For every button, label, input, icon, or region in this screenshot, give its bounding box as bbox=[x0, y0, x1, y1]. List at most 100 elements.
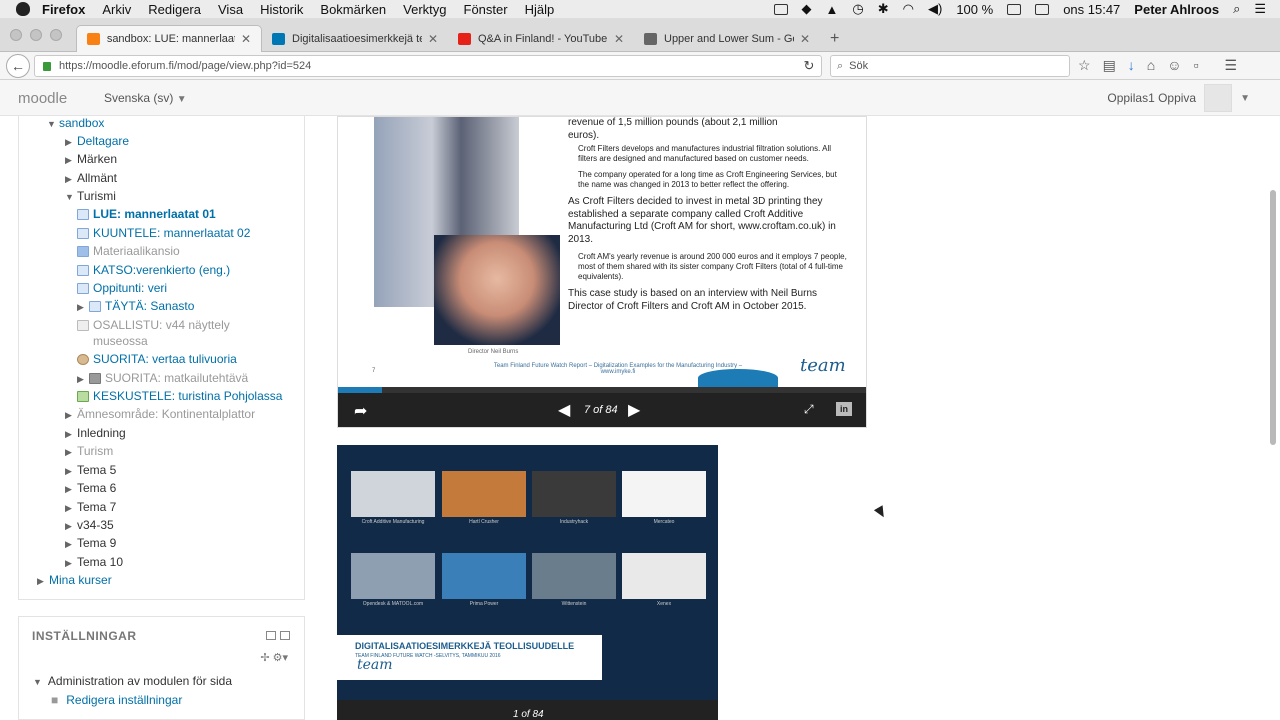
menu-fonster[interactable]: Fönster bbox=[464, 2, 508, 17]
minimize-window-button[interactable] bbox=[30, 29, 42, 41]
next-slide-button[interactable]: ▶ bbox=[628, 400, 640, 420]
menu-firefox[interactable]: Firefox bbox=[42, 2, 85, 17]
nav-allmant[interactable]: ▶ Allmänt bbox=[65, 171, 117, 185]
nav-suorita-vertaa[interactable]: SUORITA: vertaa tulivuoria bbox=[77, 352, 237, 366]
nav-tayta[interactable]: ▶ TÄYTÄ: Sanasto bbox=[77, 299, 194, 313]
avatar[interactable] bbox=[1204, 84, 1233, 112]
nav-tema9[interactable]: ▶ Tema 9 bbox=[65, 536, 116, 550]
block-actions-icon[interactable]: ✢ ⚙▾ bbox=[260, 651, 288, 664]
battery-icon[interactable] bbox=[1007, 3, 1022, 15]
browser-navbar: ← https://moodle.eforum.fi/mod/page/view… bbox=[0, 52, 1280, 80]
menu-hjalp[interactable]: Hjälp bbox=[525, 2, 555, 17]
nav-sandbox[interactable]: ▼ sandbox bbox=[47, 116, 104, 130]
collapse-block-icon[interactable] bbox=[266, 631, 276, 640]
nav-tema5[interactable]: ▶ Tema 5 bbox=[65, 463, 116, 477]
reload-icon[interactable]: ↻ bbox=[797, 58, 821, 74]
triangle-right-icon: ▶ bbox=[65, 484, 72, 494]
nav-turismi[interactable]: ▼ Turismi bbox=[65, 189, 116, 203]
search-placeholder: Sök bbox=[849, 60, 869, 72]
linkedin-icon[interactable]: in bbox=[836, 402, 852, 416]
battery-percent[interactable]: 100 % bbox=[956, 2, 993, 17]
bluetooth-icon[interactable]: ✱ bbox=[878, 1, 889, 17]
nav-osallistu-line2: museossa bbox=[93, 334, 148, 348]
reading-list-icon[interactable]: ▤ bbox=[1103, 57, 1116, 74]
settings-edit-link[interactable]: ■ Redigera inställningar bbox=[51, 693, 182, 707]
menu-redigera[interactable]: Redigera bbox=[148, 2, 201, 17]
thumb-xenex: Xenex bbox=[622, 553, 706, 607]
menu-visa[interactable]: Visa bbox=[218, 2, 243, 17]
volume-icon[interactable]: ◀) bbox=[928, 1, 942, 17]
chat-icon[interactable]: ☺ bbox=[1167, 57, 1181, 74]
dock-block-icon[interactable] bbox=[280, 631, 290, 640]
keyboard-icon[interactable] bbox=[1035, 3, 1050, 15]
nav-deltagare[interactable]: ▶ Deltagare bbox=[65, 134, 129, 148]
hamburger-menu-icon[interactable]: ☰ bbox=[1225, 57, 1238, 74]
share-icon[interactable]: ➦ bbox=[354, 401, 367, 421]
nav-keskustele[interactable]: KESKUSTELE: turistina Pohjolassa bbox=[77, 389, 282, 403]
thumb-image bbox=[532, 471, 616, 517]
close-tab-icon[interactable]: ✕ bbox=[428, 32, 438, 46]
close-window-button[interactable] bbox=[10, 29, 22, 41]
menu-verktyg[interactable]: Verktyg bbox=[403, 2, 446, 17]
nav-oppitunti[interactable]: Oppitunti: veri bbox=[77, 281, 167, 295]
menubar-user[interactable]: Peter Ahlroos bbox=[1134, 2, 1219, 17]
nav-materiaalikansio[interactable]: Materiaalikansio bbox=[77, 244, 180, 258]
dropbox-icon[interactable]: ◆ bbox=[802, 1, 812, 17]
wifi-icon[interactable]: ◠ bbox=[903, 1, 914, 17]
tab-sandbox[interactable]: sandbox: LUE: mannerlaata... ✕ bbox=[76, 25, 262, 52]
close-tab-icon[interactable]: ✕ bbox=[800, 32, 810, 46]
back-button[interactable]: ← bbox=[6, 54, 30, 78]
search-input[interactable]: ⌕ Sök bbox=[830, 55, 1070, 77]
download-icon[interactable]: ↓ bbox=[1128, 57, 1135, 74]
page-scrollbar[interactable] bbox=[1270, 190, 1276, 445]
slideshare-viewer-1[interactable]: Director Neil Burns revenue of 1,5 milli… bbox=[337, 116, 867, 428]
moodle-logo[interactable]: moodle bbox=[18, 90, 67, 107]
pocket-icon[interactable]: ▫ bbox=[1194, 57, 1199, 74]
assignment-icon bbox=[77, 354, 89, 366]
url-bar[interactable]: https://moodle.eforum.fi/mod/page/view.p… bbox=[34, 55, 822, 77]
home-icon[interactable]: ⌂ bbox=[1147, 57, 1155, 74]
user-menu[interactable]: Oppilas1 Oppiva ▼ bbox=[1107, 84, 1250, 112]
menu-arkiv[interactable]: Arkiv bbox=[102, 2, 131, 17]
nav-amnesomrade[interactable]: ▶ Ämnesområde: Kontinentalplattor bbox=[65, 407, 255, 421]
nav-mina-kurser[interactable]: ▶ Mina kurser bbox=[37, 573, 112, 587]
menubar-clock[interactable]: ons 15:47 bbox=[1063, 2, 1120, 17]
close-tab-icon[interactable]: ✕ bbox=[241, 32, 251, 46]
slideshare-viewer-2[interactable]: Croft Additive Manufacturing Hartl Crush… bbox=[337, 445, 718, 720]
drive-icon[interactable]: ▲ bbox=[826, 2, 839, 17]
nav-tema7[interactable]: ▶ Tema 7 bbox=[65, 500, 116, 514]
thumb-opendesk: Opendesk & MATOOL.com bbox=[351, 553, 435, 607]
lesson-icon bbox=[77, 283, 89, 295]
tab-digitalisaatio[interactable]: Digitalisaatioesimerkkejä te... ✕ bbox=[262, 25, 448, 52]
clock-icon[interactable]: ◷ bbox=[852, 1, 863, 17]
previous-slide-button[interactable]: ◀ bbox=[558, 400, 570, 420]
menu-historik[interactable]: Historik bbox=[260, 2, 303, 17]
spotlight-icon[interactable]: ⌕ bbox=[1233, 1, 1240, 17]
nav-suorita-matkailu[interactable]: ▶ SUORITA: matkailutehtävä bbox=[77, 371, 248, 385]
url-text[interactable]: https://moodle.eforum.fi/mod/page/view.p… bbox=[59, 60, 797, 72]
nav-tema10[interactable]: ▶ Tema 10 bbox=[65, 555, 123, 569]
tab-geogebra[interactable]: Upper and Lower Sum - Ge... ✕ bbox=[634, 25, 820, 52]
nav-v34-35[interactable]: ▶ v34-35 bbox=[65, 518, 114, 532]
nav-kuuntele[interactable]: KUUNTELE: mannerlaatat 02 bbox=[77, 226, 250, 240]
new-tab-icon[interactable]: + bbox=[830, 30, 839, 48]
bookmark-star-icon[interactable]: ☆ bbox=[1078, 57, 1091, 74]
nav-turism[interactable]: ▶ Turism bbox=[65, 444, 113, 458]
tab-youtube[interactable]: Q&A in Finland! - YouTube ✕ bbox=[448, 25, 634, 52]
close-tab-icon[interactable]: ✕ bbox=[614, 32, 624, 46]
nav-tema6[interactable]: ▶ Tema 6 bbox=[65, 481, 116, 495]
apple-icon[interactable] bbox=[16, 2, 30, 16]
nav-inledning[interactable]: ▶ Inledning bbox=[65, 426, 126, 440]
chevron-down-icon: ▼ bbox=[1240, 92, 1250, 104]
nav-katso[interactable]: KATSO:verenkierto (eng.) bbox=[77, 263, 230, 277]
menu-bokmarken[interactable]: Bokmärken bbox=[320, 2, 386, 17]
nav-marken[interactable]: ▶ Märken bbox=[65, 152, 117, 166]
nav-osallistu[interactable]: OSALLISTU: v44 näyttely bbox=[77, 318, 230, 332]
screen-icon[interactable] bbox=[773, 3, 788, 15]
fullscreen-icon[interactable]: ⤢ bbox=[804, 402, 814, 417]
language-menu[interactable]: Svenska (sv) ▼ bbox=[104, 91, 187, 105]
settings-admin-module[interactable]: ▼ Administration av modulen för sida bbox=[33, 674, 232, 688]
zoom-window-button[interactable] bbox=[50, 29, 62, 41]
notification-center-icon[interactable]: ☰ bbox=[1254, 1, 1266, 17]
nav-lue[interactable]: LUE: mannerlaatat 01 bbox=[77, 207, 216, 221]
